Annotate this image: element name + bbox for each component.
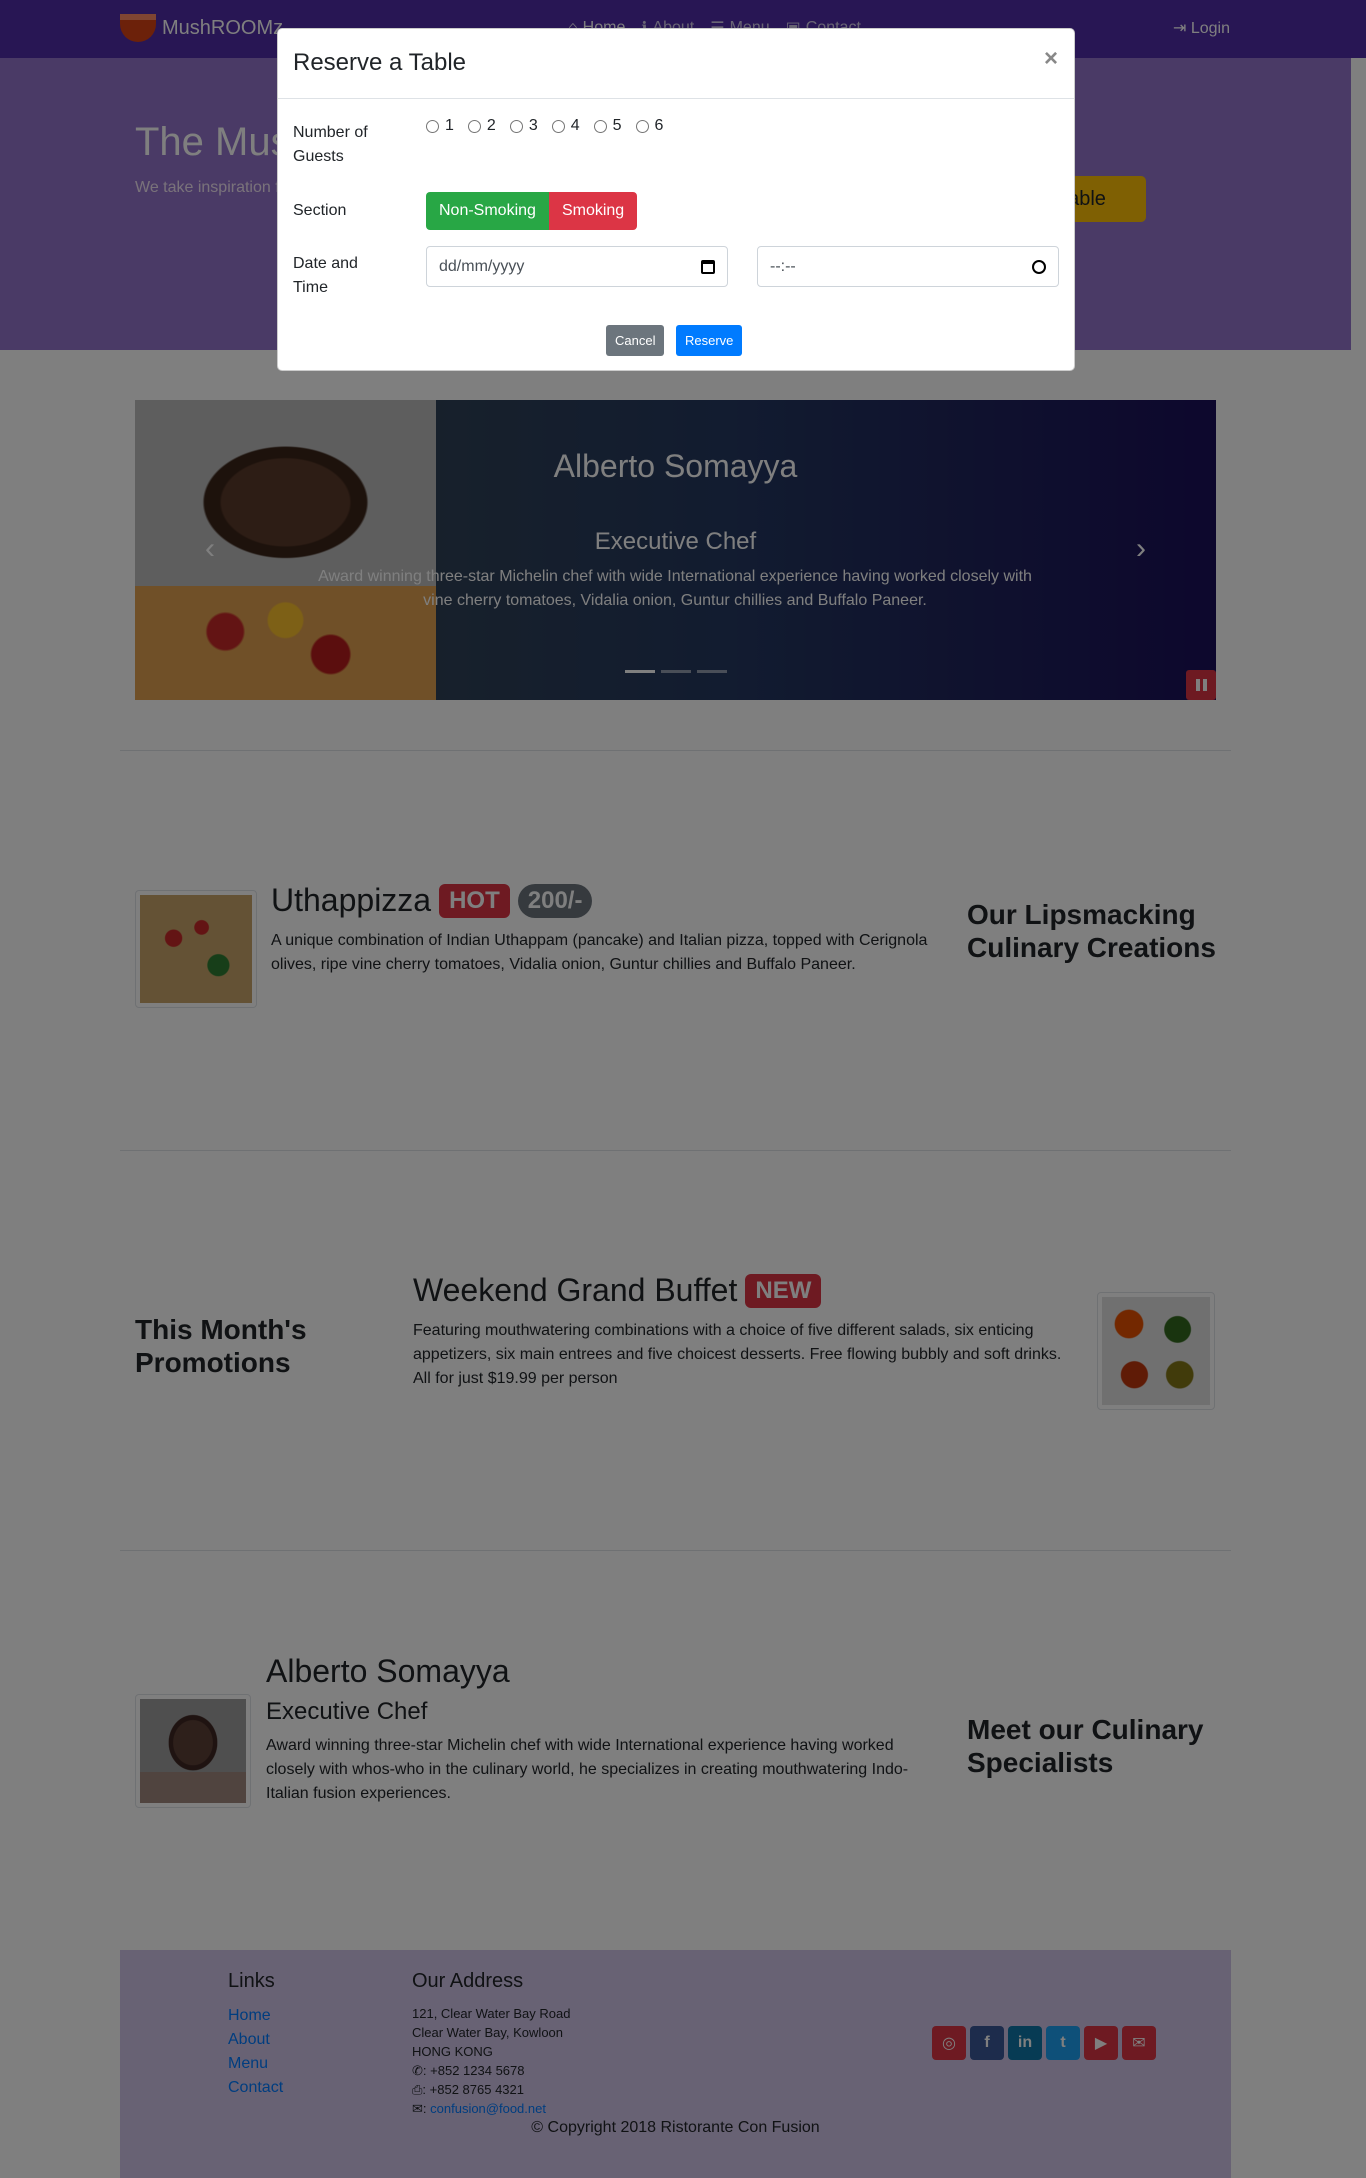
reserve-modal: Reserve a Table × Number of Guests 1 2 3… [277,28,1075,371]
close-button[interactable]: × [1044,45,1058,73]
guest-option-label: 3 [528,117,538,134]
guest-option-label: 6 [654,117,664,134]
date-placeholder: dd/mm/yyyy [439,257,525,275]
guest-option-6[interactable]: 6 [635,117,664,135]
radio-button[interactable] [467,119,481,133]
modal-header: Reserve a Table × [278,29,1074,99]
datetime-label: Date and Time [293,255,358,296]
modal-title: Reserve a Table [293,49,466,76]
radio-button[interactable] [635,119,649,133]
clock-icon[interactable] [1032,259,1046,274]
radio-button[interactable] [509,119,523,133]
guests-label: Number of Guests [293,124,368,165]
guest-option-label: 5 [612,117,622,134]
radio-button[interactable] [551,119,565,133]
date-input[interactable]: dd/mm/yyyy [426,246,728,287]
guest-option-1[interactable]: 1 [426,117,454,135]
guest-option-5[interactable]: 5 [593,117,622,135]
calendar-icon[interactable] [701,259,715,274]
time-input[interactable]: --:-- [757,246,1059,287]
time-placeholder: --:-- [770,257,796,275]
guest-option-label: 1 [445,117,454,134]
guest-option-label: 2 [486,117,496,134]
radio-button[interactable] [426,119,439,133]
guest-option-4[interactable]: 4 [551,117,580,135]
radio-button[interactable] [593,119,607,133]
section-toggle: Non-Smoking Smoking [426,192,638,230]
cancel-button[interactable]: Cancel [606,325,665,356]
guests-radio-group: 1 2 3 4 5 6 [426,117,663,135]
guest-option-label: 4 [570,117,580,134]
guest-option-2[interactable]: 2 [467,117,496,135]
reserve-button[interactable]: Reserve [676,325,743,356]
guest-option-3[interactable]: 3 [509,117,538,135]
section-label: Section [293,202,347,219]
non-smoking-button[interactable]: Non-Smoking [426,192,549,230]
smoking-button[interactable]: Smoking [548,192,638,230]
